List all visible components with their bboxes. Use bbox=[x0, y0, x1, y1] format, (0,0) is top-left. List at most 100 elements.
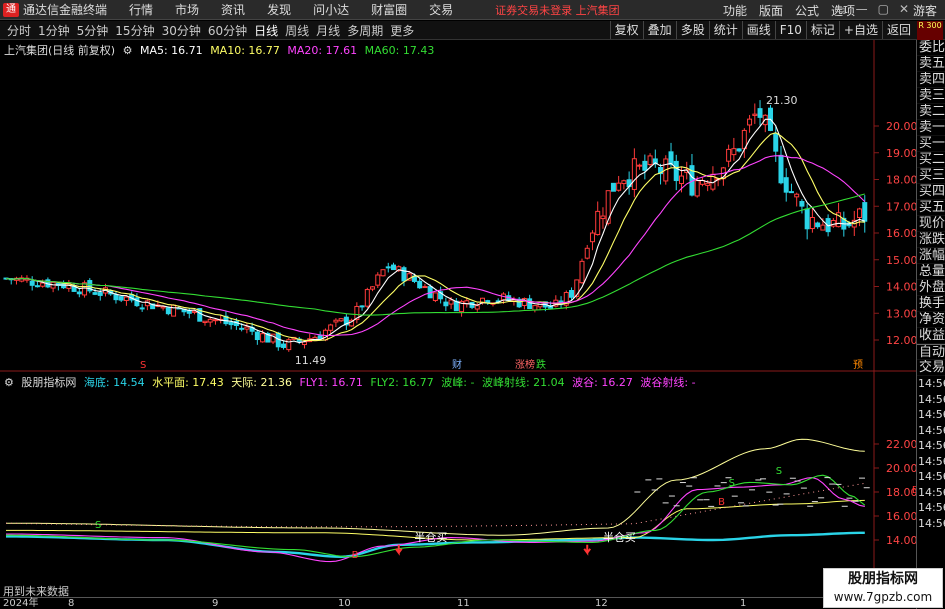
low-price-label: 11.49 bbox=[295, 354, 327, 367]
period-monthly[interactable]: 月线 bbox=[316, 22, 340, 39]
date-label-nov: 11 bbox=[457, 598, 470, 609]
tick-time: 14:56 bbox=[918, 516, 945, 530]
candle-body bbox=[401, 267, 407, 282]
tool-adjust[interactable]: 复权 bbox=[609, 21, 643, 39]
tick-time: 14:56 bbox=[918, 377, 945, 390]
tool-add-watchlist[interactable]: +自选 bbox=[838, 21, 882, 39]
candle-body bbox=[569, 290, 575, 298]
app-logo-icon: 通 bbox=[3, 2, 19, 17]
menu-function[interactable]: 功能 bbox=[723, 2, 747, 19]
candle-body bbox=[202, 320, 208, 324]
candle-body bbox=[809, 216, 815, 230]
period-60min[interactable]: 60分钟 bbox=[208, 22, 247, 39]
candle-body bbox=[228, 321, 234, 326]
restore-icon[interactable]: ▭ bbox=[834, 2, 845, 16]
sell-signal-label: S bbox=[729, 478, 735, 489]
period-more[interactable]: 更多 bbox=[390, 22, 414, 39]
tick-time: 14:56 bbox=[918, 392, 945, 406]
auto-trade-item[interactable]: 交易 bbox=[917, 360, 945, 376]
axis-label: 13.00 bbox=[886, 307, 916, 320]
sell-signal-label: S bbox=[95, 520, 101, 531]
candle-body bbox=[862, 202, 868, 222]
tool-f10[interactable]: F10 bbox=[774, 21, 806, 39]
candlestick-chart[interactable]: 20.00 19.00 18.00 17.00 16.00 15.00 14.00 13.00… bbox=[0, 40, 916, 372]
tick-time: 14:56 bbox=[918, 439, 945, 452]
quote-field: 总量 bbox=[917, 264, 945, 280]
candle-body bbox=[380, 269, 386, 277]
axis-label: 17.00 bbox=[886, 200, 916, 213]
tool-overlay[interactable]: 叠加 bbox=[642, 21, 676, 39]
tool-draw[interactable]: 画线 bbox=[741, 21, 775, 39]
menu-trade[interactable]: 交易 bbox=[429, 1, 453, 18]
axis-label: 19.00 bbox=[886, 147, 916, 160]
login-notice[interactable]: 证券交易未登录 上汽集团 bbox=[495, 2, 620, 18]
candle-body bbox=[752, 113, 758, 116]
maximize-icon[interactable]: ▢ bbox=[878, 2, 889, 16]
period-weekly[interactable]: 周线 bbox=[285, 22, 309, 39]
candle-body bbox=[160, 306, 166, 309]
quote-field: 净资 bbox=[917, 312, 945, 328]
tool-multistock[interactable]: 多股 bbox=[675, 21, 709, 39]
candle-body bbox=[448, 299, 454, 305]
candle-body bbox=[621, 180, 627, 185]
candle-body bbox=[443, 301, 449, 307]
menu-market[interactable]: 市场 bbox=[175, 1, 199, 18]
event-marker: 跌 bbox=[536, 358, 546, 371]
quote-field: 买一 bbox=[917, 136, 945, 152]
menu-quotes[interactable]: 行情 bbox=[129, 1, 153, 18]
guest-button[interactable]: 游客 bbox=[913, 2, 937, 19]
tool-mark[interactable]: 标记 bbox=[805, 21, 839, 39]
quote-field: 买三 bbox=[917, 168, 945, 184]
candle-body bbox=[40, 282, 46, 287]
period-multi[interactable]: 多周期 bbox=[347, 22, 383, 39]
auto-trade-item[interactable]: 自动 bbox=[917, 344, 945, 360]
period-timeshare[interactable]: 分时 bbox=[7, 22, 31, 39]
menu-wealth[interactable]: 财富圈 bbox=[371, 1, 407, 18]
candle-body bbox=[118, 296, 124, 301]
candle-body bbox=[794, 193, 800, 198]
candle-body bbox=[584, 247, 590, 259]
ma10-label: MA10: 16.77 bbox=[210, 44, 280, 57]
period-daily[interactable]: 日线 bbox=[254, 22, 278, 39]
candle-body bbox=[532, 305, 538, 311]
candle-body bbox=[757, 108, 763, 118]
menu-formula[interactable]: 公式 bbox=[795, 2, 819, 19]
menu-ask[interactable]: 问小达 bbox=[313, 1, 349, 18]
tool-stats[interactable]: 统计 bbox=[708, 21, 742, 39]
candle-body bbox=[328, 324, 334, 331]
candle-body bbox=[370, 286, 376, 290]
quote-field: 买四 bbox=[917, 184, 945, 200]
ma20-label: MA20: 17.61 bbox=[287, 44, 358, 57]
candle-body bbox=[616, 182, 622, 191]
indicator-settings-icon[interactable]: ⚙ bbox=[4, 376, 14, 389]
menu-news[interactable]: 资讯 bbox=[221, 1, 245, 18]
watermark-title: 股朋指标网 bbox=[848, 571, 918, 587]
candle-body bbox=[139, 307, 145, 310]
close-icon[interactable]: ✕ bbox=[899, 2, 909, 16]
period-30min[interactable]: 30分钟 bbox=[162, 22, 201, 39]
candle-body bbox=[474, 305, 480, 310]
candle-body bbox=[747, 118, 753, 126]
candle-body bbox=[778, 154, 784, 184]
candle-body bbox=[281, 343, 287, 348]
period-1min[interactable]: 1分钟 bbox=[38, 22, 70, 39]
sell-signal-label: S bbox=[776, 466, 782, 477]
menu-discover[interactable]: 发现 bbox=[267, 1, 291, 18]
candle-body bbox=[34, 285, 40, 288]
minimize-icon[interactable]: — bbox=[856, 2, 868, 16]
candlestick-svg: 20.00 19.00 18.00 17.00 16.00 15.00 14.00 13.00… bbox=[0, 40, 916, 372]
date-label-2024: 2024年 bbox=[3, 598, 39, 609]
menu-layout[interactable]: 版面 bbox=[759, 2, 783, 19]
settings-icon[interactable]: ⚙ bbox=[123, 44, 133, 57]
candle-body bbox=[134, 297, 140, 307]
quote-panel: 委比 卖五 卖四 卖三 卖二 卖一 买一 买二 买三 买四 买五 现价 涨跌 涨幅 总量 外盘 换手 净资 收益 自动… bbox=[916, 40, 945, 609]
candle-body bbox=[422, 286, 428, 289]
candle-body bbox=[390, 264, 396, 271]
candle-body bbox=[694, 180, 700, 197]
period-5min[interactable]: 5分钟 bbox=[77, 22, 109, 39]
quote-field: 卖五 bbox=[917, 56, 945, 72]
tool-back[interactable]: 返回 bbox=[881, 21, 915, 39]
indicator-chart[interactable]: 22.0020.0018.0016.0014.00半仓买半仓买SSSSBBB bbox=[0, 372, 916, 597]
period-15min[interactable]: 15分钟 bbox=[115, 22, 154, 39]
candle-body bbox=[610, 182, 616, 192]
